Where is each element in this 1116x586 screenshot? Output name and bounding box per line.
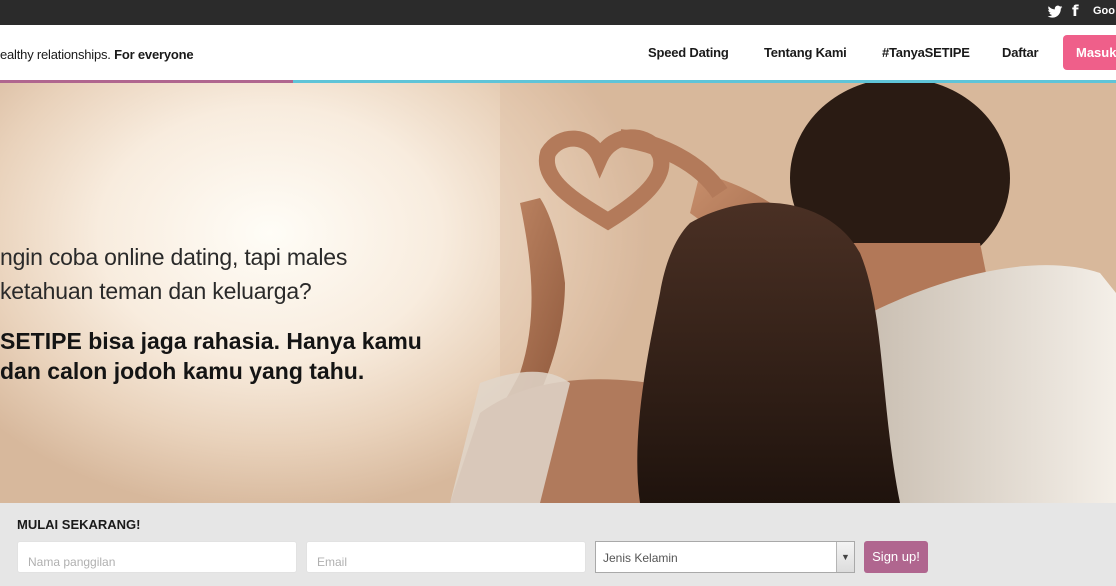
- chevron-down-icon[interactable]: ▼: [836, 542, 854, 572]
- hero-answer: SETIPE bisa jaga rahasia. Hanya kamu dan…: [0, 326, 422, 386]
- hero-answer-line: dan calon jodoh kamu yang tahu.: [0, 358, 365, 384]
- signup-form: MULAI SEKARANG! Jenis Kelamin ▼ Sign up!: [0, 503, 1116, 586]
- nav-tentang-kami[interactable]: Tentang Kami: [764, 45, 847, 60]
- social-bar: f Goo: [0, 0, 1116, 25]
- nav-daftar[interactable]: Daftar: [1002, 45, 1039, 60]
- gender-select-value: Jenis Kelamin: [603, 551, 678, 565]
- login-button[interactable]: Masuk: [1063, 35, 1116, 70]
- email-input[interactable]: [306, 541, 586, 573]
- signup-button[interactable]: Sign up!: [864, 541, 928, 573]
- twitter-icon[interactable]: [1047, 4, 1063, 20]
- hero-question: ngin coba online dating, tapi males keta…: [0, 240, 347, 308]
- nickname-input[interactable]: [17, 541, 297, 573]
- nav-speed-dating[interactable]: Speed Dating: [648, 45, 729, 60]
- signup-title: MULAI SEKARANG!: [17, 517, 141, 532]
- hero-banner: ngin coba online dating, tapi males keta…: [0, 83, 1116, 503]
- facebook-icon[interactable]: f: [1072, 3, 1082, 20]
- hero-question-line: ngin coba online dating, tapi males: [0, 244, 348, 270]
- google-plus-link[interactable]: Goo: [1093, 5, 1115, 17]
- hero-question-line: ketahuan teman dan keluarga?: [0, 278, 312, 304]
- tagline-bold: For everyone: [114, 47, 194, 62]
- gender-select[interactable]: Jenis Kelamin ▼: [595, 541, 855, 573]
- site-tagline: ealthy relationships. For everyone: [0, 47, 194, 62]
- hero-answer-line: SETIPE bisa jaga rahasia. Hanya kamu: [0, 328, 422, 354]
- site-header: ealthy relationships. For everyone Speed…: [0, 25, 1116, 80]
- nav-tanya-setipe[interactable]: #TanyaSETIPE: [882, 45, 970, 60]
- tagline-text: ealthy relationships.: [0, 47, 111, 62]
